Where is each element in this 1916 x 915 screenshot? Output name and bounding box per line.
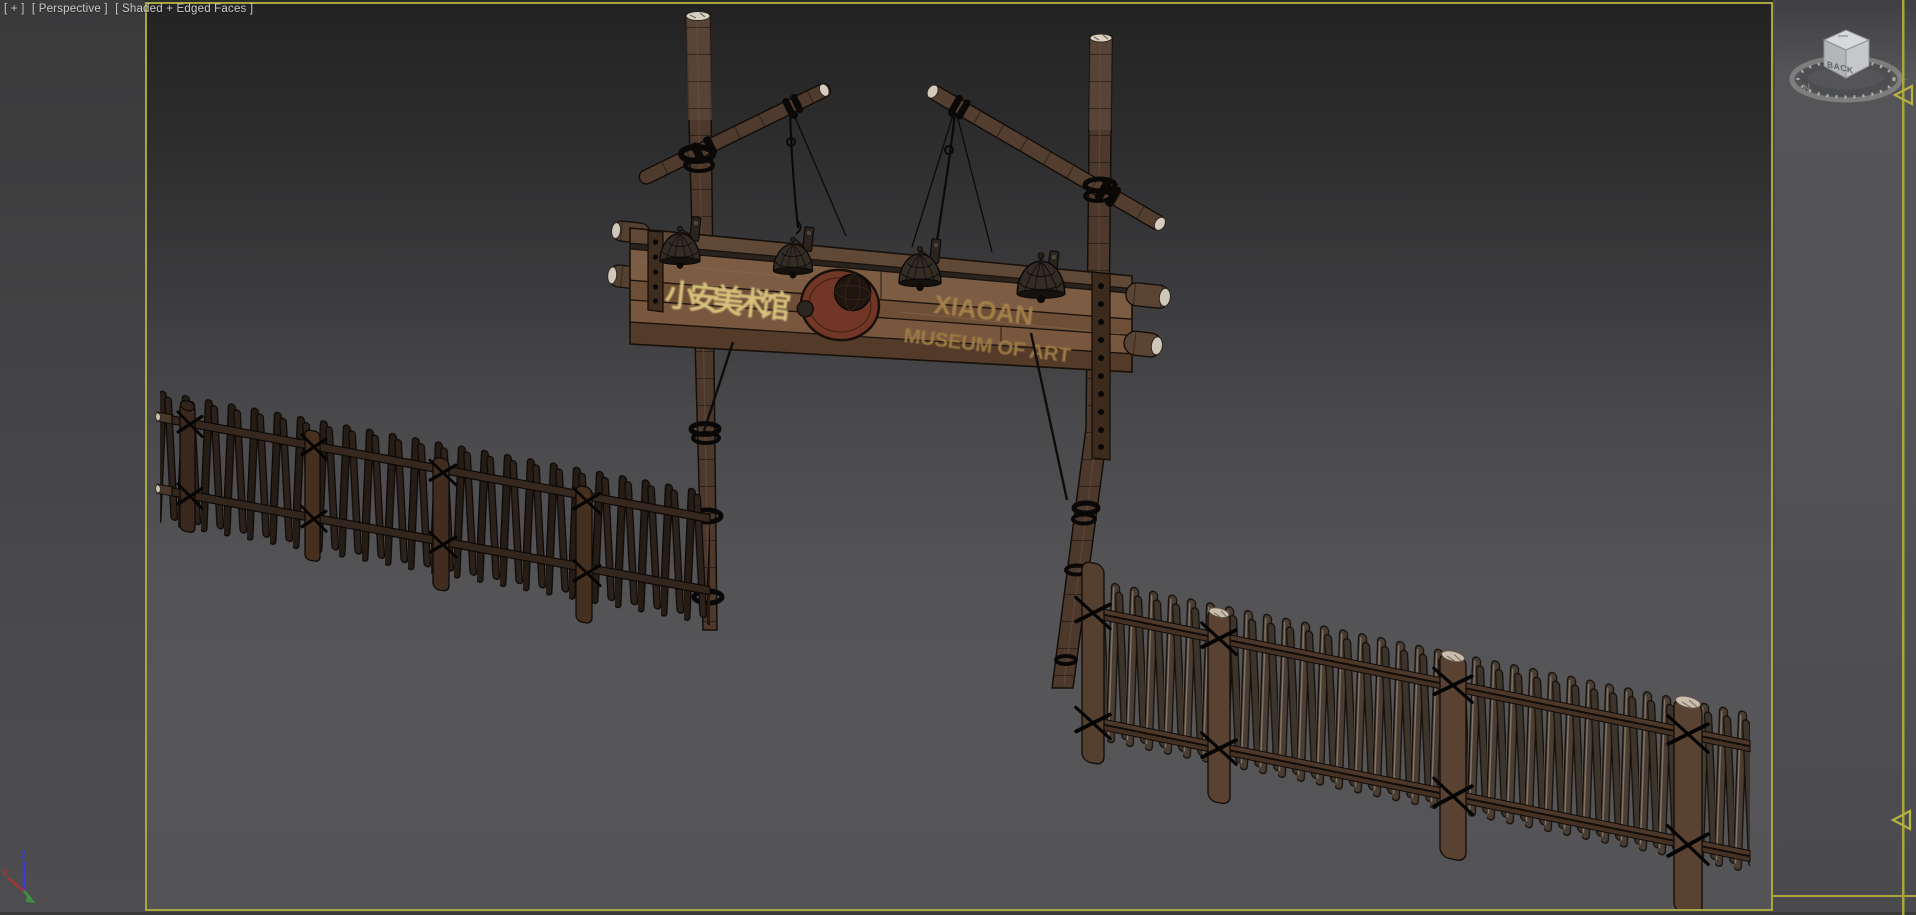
viewport-clipping-manipulator[interactable] [1773, 0, 1916, 915]
axis-z-label: Z [20, 850, 26, 861]
viewport-pov-menu[interactable]: [ Perspective ] [32, 3, 108, 15]
gate-right-brace[interactable] [922, 79, 1170, 237]
fence-left[interactable] [155, 388, 711, 646]
viewport-canvas[interactable]: 小安美术馆 XIAOAN MUSEUM OF ART N W BACK Z X … [0, 0, 1916, 915]
rope-lashings [678, 144, 1118, 666]
sign-beam-end [1125, 282, 1171, 309]
sign-batten [647, 230, 664, 313]
viewport-label: [ + ] [ Perspective ] [ Shaded + Edged F… [4, 3, 257, 15]
fence-right[interactable] [1074, 560, 1751, 915]
clipping-handle-far[interactable] [1890, 809, 1912, 831]
sign-batten [1091, 271, 1111, 461]
scene-3d-model[interactable]: 小安美术馆 XIAOAN MUSEUM OF ART [155, 11, 1751, 915]
clipping-bottom-line [1773, 895, 1916, 897]
axis-y-arrowhead [26, 894, 36, 903]
viewcube[interactable]: N W BACK [1789, 29, 1908, 103]
viewport-overlay: 小安美术馆 XIAOAN MUSEUM OF ART N W BACK Z X [2, 0, 1916, 915]
world-axis-tripod: Z X [2, 850, 36, 903]
viewport-general-menu[interactable]: [ + ] [4, 3, 25, 15]
gate-left-brace[interactable] [636, 79, 836, 192]
clipping-slider-line[interactable] [1902, 0, 1905, 915]
viewport-shading-menu[interactable]: [ Shaded + Edged Faces ] [115, 3, 253, 15]
axis-x-label: X [2, 868, 8, 878]
hanging-cables [786, 107, 993, 255]
